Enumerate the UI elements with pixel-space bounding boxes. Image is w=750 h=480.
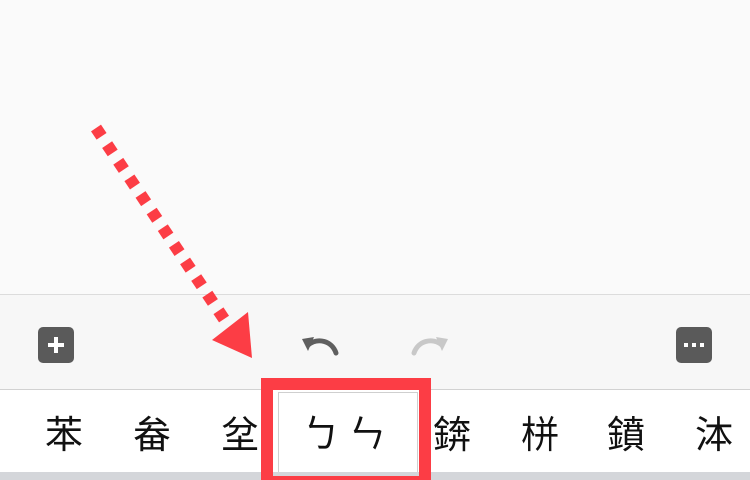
candidate-item[interactable]: 苯 xyxy=(42,410,86,460)
more-button[interactable] xyxy=(676,327,712,363)
candidate-item[interactable]: 泍 xyxy=(692,410,736,460)
candidate-item[interactable]: 栟 xyxy=(518,410,562,460)
candidate-item[interactable]: 坌 xyxy=(218,410,262,460)
undo-icon xyxy=(302,337,339,356)
candidate-item[interactable]: 錛 xyxy=(430,410,474,460)
plus-icon xyxy=(48,337,64,353)
screen: 苯 畚 坌 錛 栟 鐼 泍 ㄅㄣ xyxy=(0,0,750,480)
candidate-item[interactable]: 鐼 xyxy=(604,410,648,460)
candidate-item[interactable]: 畚 xyxy=(130,410,174,460)
undo-button[interactable] xyxy=(296,325,344,365)
writing-area[interactable] xyxy=(0,0,750,294)
candidate-item-selected[interactable]: ㄅㄣ xyxy=(278,392,418,474)
redo-button[interactable] xyxy=(406,325,454,365)
keyboard-toolbar xyxy=(0,294,750,390)
keyboard-edge xyxy=(0,472,750,480)
more-icon xyxy=(684,343,704,347)
redo-icon xyxy=(411,337,448,356)
add-button[interactable] xyxy=(38,327,74,363)
